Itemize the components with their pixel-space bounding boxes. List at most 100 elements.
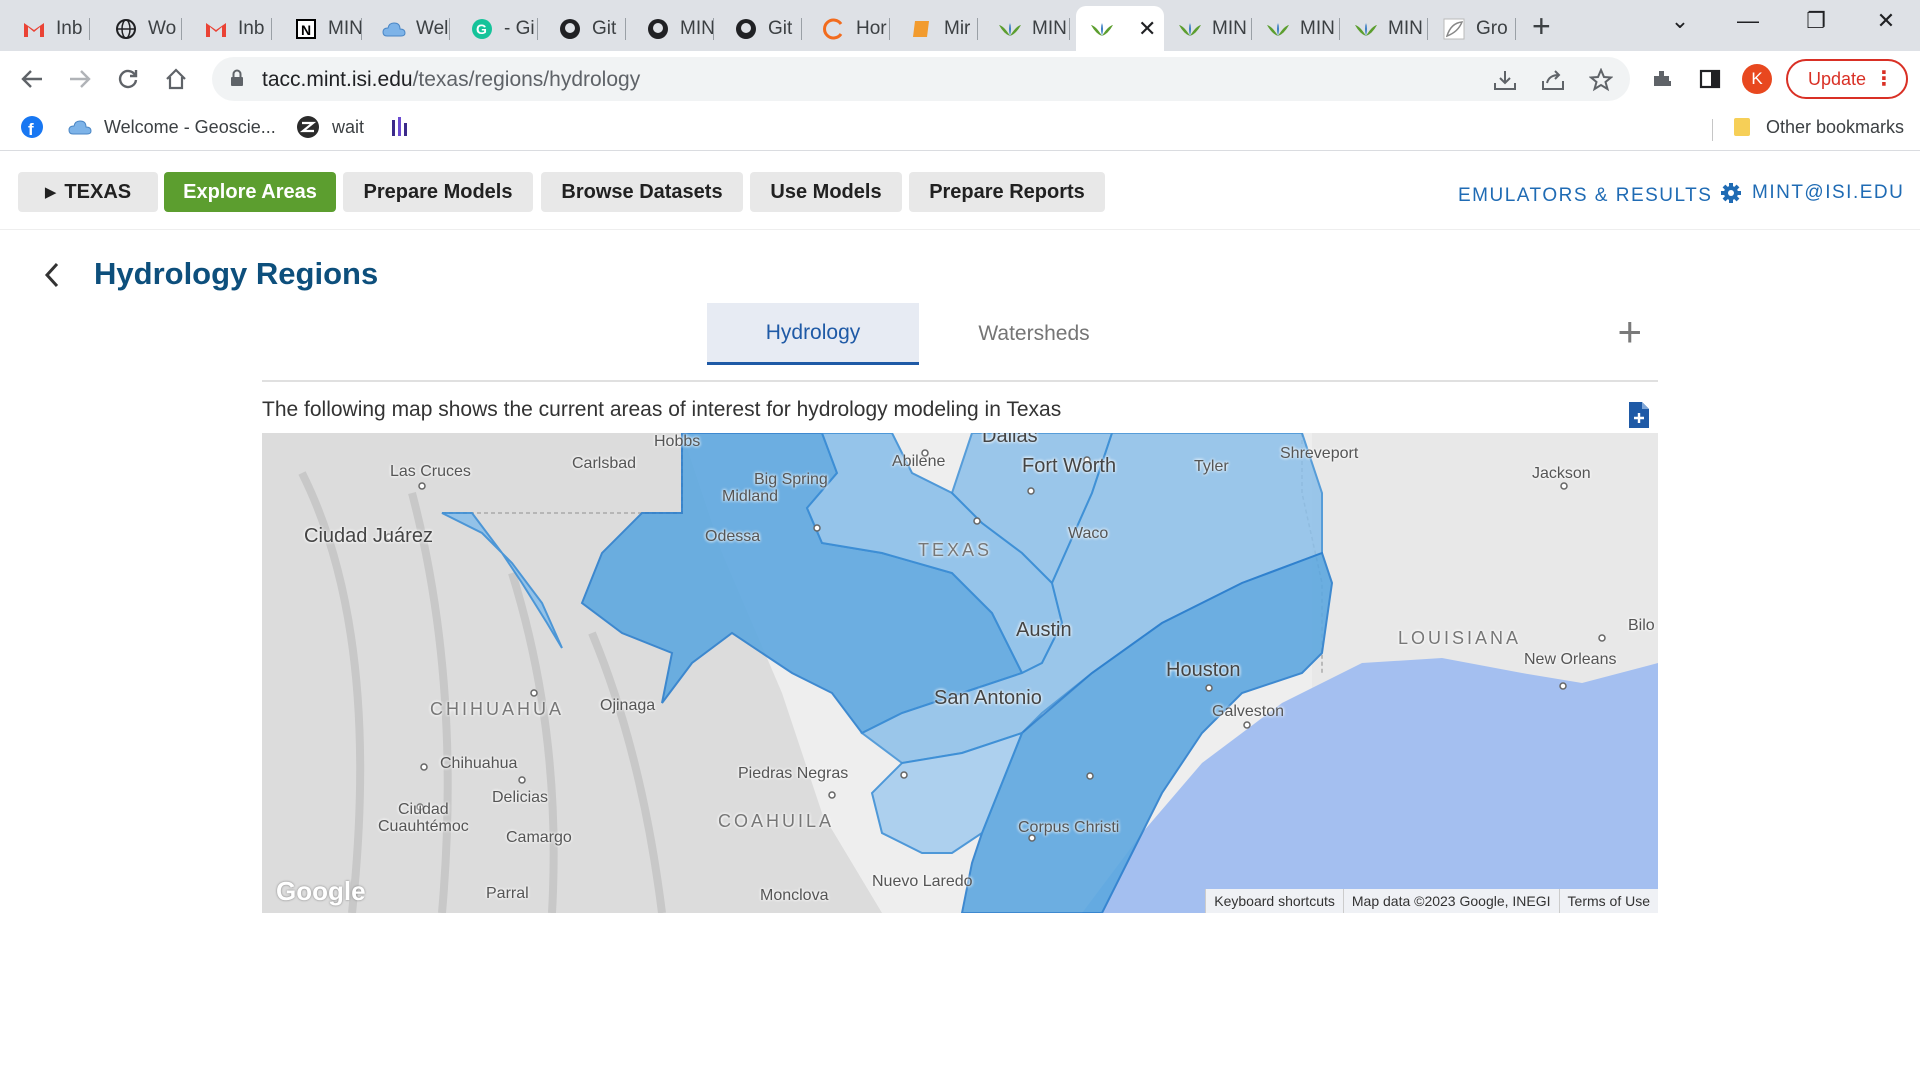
- browser-tab[interactable]: Inb: [190, 6, 272, 51]
- cloud-icon: [68, 115, 92, 139]
- github-icon: [734, 17, 758, 41]
- book-icon: [910, 17, 934, 41]
- restore-button[interactable]: ❐: [1796, 8, 1836, 34]
- back-arrow-icon[interactable]: [38, 258, 66, 292]
- emulators-results-link[interactable]: EMULATORS & RESULTS: [1458, 182, 1742, 210]
- map-label: San Antonio: [934, 687, 1042, 709]
- map-label: Tyler: [1194, 458, 1229, 475]
- browser-tab[interactable]: MIN: [632, 6, 714, 51]
- map-label: Parral: [486, 885, 529, 902]
- window-close-button[interactable]: ✕: [1866, 8, 1906, 34]
- map-label: Waco: [1068, 525, 1109, 542]
- other-bookmarks-label: Other bookmarks: [1766, 116, 1905, 137]
- bookmark-wait[interactable]: wait: [296, 115, 364, 139]
- tab-label: Wo: [148, 17, 177, 39]
- share-icon[interactable]: [1540, 67, 1566, 93]
- gmail-icon: [22, 17, 46, 41]
- keyboard-shortcuts-link[interactable]: Keyboard shortcuts: [1205, 889, 1343, 913]
- map-label: Corpus Christi: [1018, 819, 1120, 836]
- browser-tab[interactable]: Git: [544, 6, 626, 51]
- map-label: Piedras Negras: [738, 765, 849, 782]
- back-icon[interactable]: [16, 63, 48, 95]
- bookmark-star-icon[interactable]: [1588, 67, 1614, 93]
- browser-tab[interactable]: Hor: [808, 6, 890, 51]
- map-label: Houston: [1166, 659, 1241, 681]
- browser-tab[interactable]: Wel: [368, 6, 450, 51]
- hydrology-map[interactable]: Hobbs Las Cruces Carlsbad Big Spring Mid…: [262, 433, 1658, 913]
- browser-tab[interactable]: MIN: [1340, 6, 1428, 51]
- loading-icon: [822, 17, 846, 41]
- map-label: Abilene: [892, 453, 946, 470]
- terms-of-use-link[interactable]: Terms of Use: [1558, 889, 1658, 913]
- bookmark-bars[interactable]: [388, 115, 424, 139]
- add-region-button[interactable]: +: [1617, 311, 1642, 353]
- browser-tab[interactable]: Git: [720, 6, 802, 51]
- map-label: CHIHUAHUA: [430, 699, 565, 719]
- browser-tab[interactable]: N MIN: [280, 6, 362, 51]
- browser-tab-active[interactable]: ✕: [1076, 6, 1164, 51]
- new-tab-button[interactable]: +: [1532, 8, 1551, 44]
- map-label: Midland: [722, 488, 779, 505]
- close-icon[interactable]: ✕: [1138, 16, 1156, 42]
- grammarly-icon: G: [470, 17, 494, 41]
- tab-label: MIN: [1212, 17, 1247, 39]
- globe-icon: [114, 17, 138, 41]
- browser-tab[interactable]: Wo: [100, 6, 182, 51]
- tab-search-icon[interactable]: ⌄: [1660, 8, 1700, 34]
- region-label: TEXAS: [64, 180, 132, 203]
- profile-avatar[interactable]: K: [1742, 64, 1772, 94]
- tab-label: - Gi: [504, 17, 535, 39]
- nav-prepare-reports[interactable]: Prepare Reports: [909, 172, 1105, 212]
- tab-label: MIN: [1300, 17, 1335, 39]
- nav-prepare-models[interactable]: Prepare Models: [343, 172, 533, 212]
- gmail-icon: [204, 17, 228, 41]
- extensions-icon[interactable]: [1646, 63, 1678, 95]
- mint-icon: [1178, 17, 1202, 41]
- minimize-button[interactable]: —: [1728, 8, 1768, 34]
- map-label: Ciudad Cuauhtémoc: [378, 801, 469, 835]
- map-canvas: [262, 433, 1658, 913]
- other-bookmarks[interactable]: Other bookmarks: [1730, 115, 1904, 139]
- browser-tab[interactable]: MIN: [984, 6, 1070, 51]
- nav-browse-datasets[interactable]: Browse Datasets: [541, 172, 743, 212]
- reload-icon[interactable]: [112, 63, 144, 95]
- play-icon: ▶: [44, 184, 57, 201]
- tab-label: MIN: [328, 17, 362, 39]
- url-text: tacc.mint.isi.edu/texas/regions/hydrolog…: [262, 68, 641, 91]
- map-label: Bilo: [1628, 617, 1655, 634]
- region-selector[interactable]: ▶ TEXAS: [18, 172, 158, 212]
- user-account-link[interactable]: MINT@ISI.EDU: [1752, 182, 1904, 204]
- mint-icon: [1266, 17, 1290, 41]
- bookmark-geoscience[interactable]: Welcome - Geoscie...: [68, 115, 276, 139]
- browser-tab[interactable]: Inb: [8, 6, 90, 51]
- nav-use-models[interactable]: Use Models: [750, 172, 902, 212]
- map-label: Ojinaga: [600, 697, 656, 714]
- add-document-icon[interactable]: [1628, 401, 1650, 429]
- forward-icon[interactable]: [64, 63, 96, 95]
- folder-icon: [1730, 115, 1754, 139]
- browser-tab[interactable]: G - Gi: [456, 6, 538, 51]
- home-icon[interactable]: [160, 63, 192, 95]
- facebook-icon: f: [20, 115, 44, 139]
- browser-tab[interactable]: Gro: [1428, 6, 1516, 51]
- side-panel-icon[interactable]: [1694, 63, 1726, 95]
- map-label: Shreveport: [1280, 445, 1359, 462]
- page-title: Hydrology Regions: [94, 256, 379, 291]
- nav-explore-areas[interactable]: Explore Areas: [164, 172, 336, 212]
- map-label: Chihuahua: [440, 755, 518, 772]
- install-app-icon[interactable]: [1492, 67, 1518, 93]
- update-button[interactable]: Update ⋮: [1786, 59, 1908, 99]
- svg-text:N: N: [301, 22, 311, 38]
- bookmark-facebook[interactable]: f: [20, 115, 56, 139]
- cloud-icon: [382, 17, 406, 41]
- map-label: Fort Worth: [1022, 455, 1117, 477]
- google-logo: Google: [276, 876, 366, 906]
- address-bar[interactable]: tacc.mint.isi.edu/texas/regions/hydrolog…: [212, 57, 1630, 101]
- tab-watersheds[interactable]: Watersheds: [928, 303, 1140, 365]
- bookmarks-divider: [1712, 119, 1713, 141]
- browser-tab[interactable]: Mir: [896, 6, 978, 51]
- browser-tab[interactable]: MIN: [1252, 6, 1340, 51]
- tab-hydrology[interactable]: Hydrology: [707, 303, 919, 365]
- browser-tab[interactable]: MIN: [1164, 6, 1252, 51]
- region-tabs: Hydrology Watersheds +: [262, 303, 1658, 382]
